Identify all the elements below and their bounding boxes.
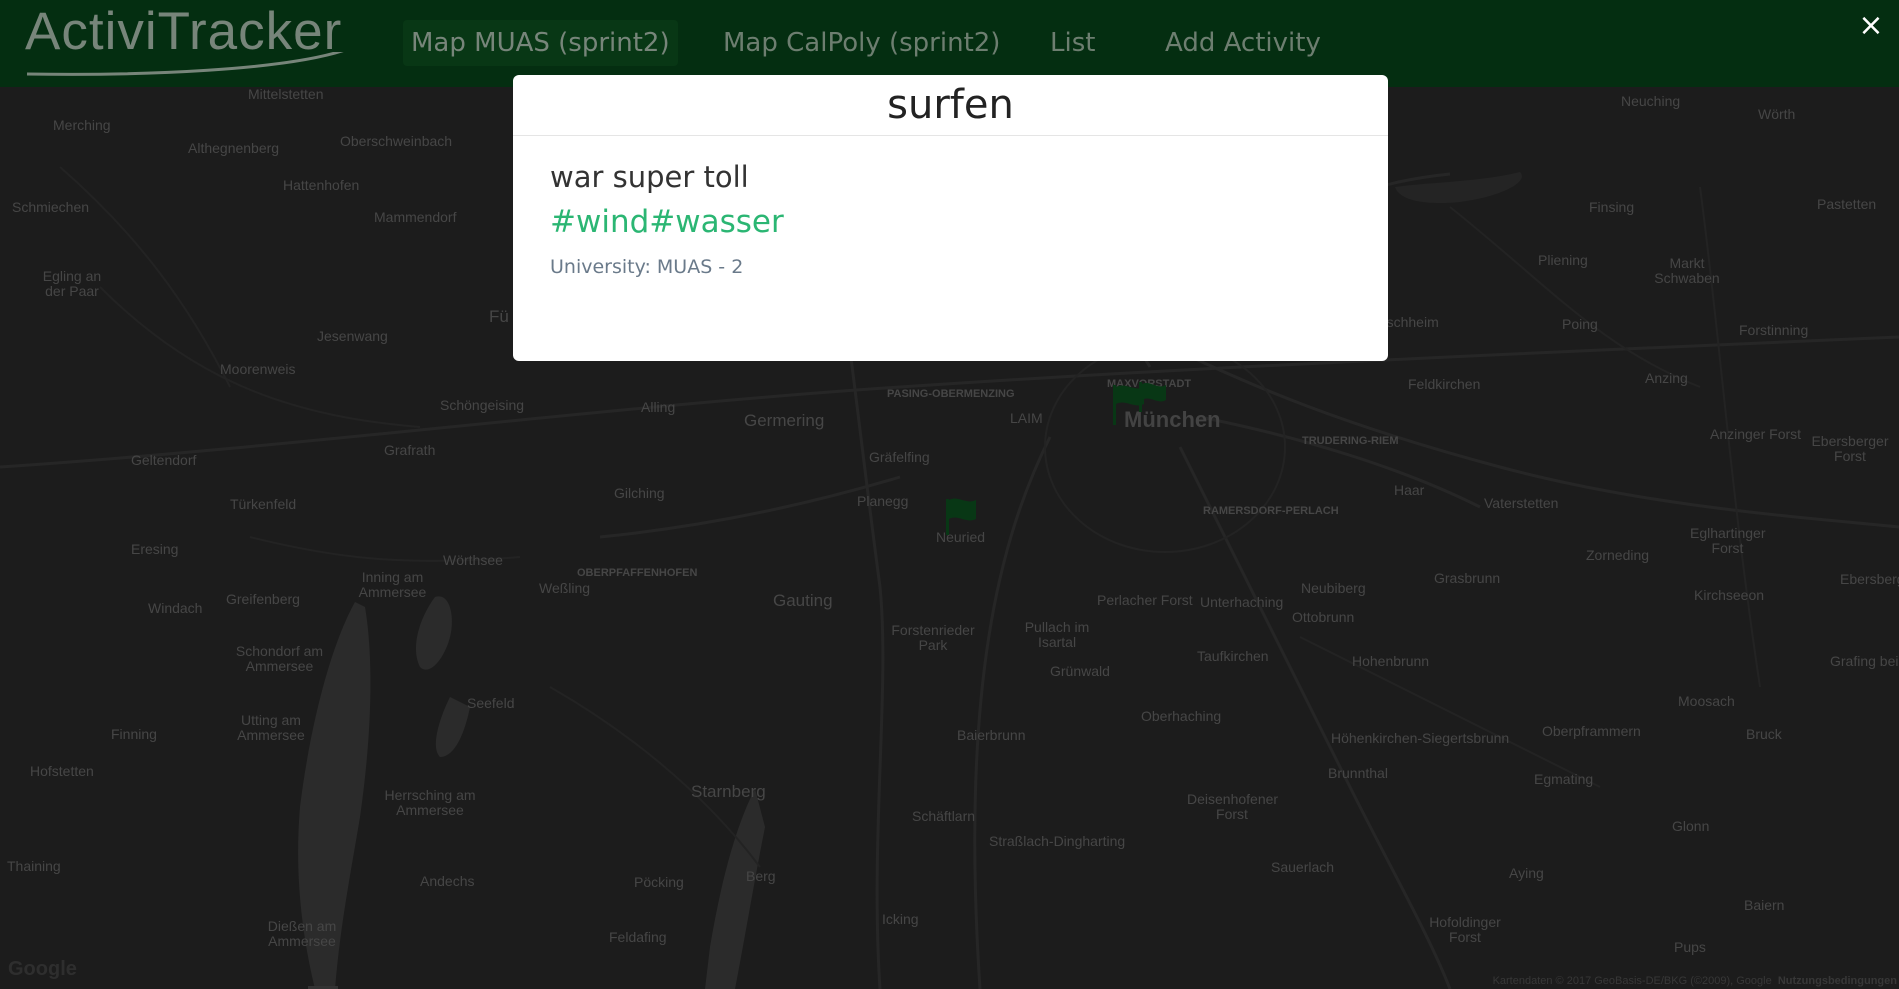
activity-tags[interactable]: #wind#wasser <box>550 204 1351 240</box>
modal-body: war super toll #wind#wasser University: … <box>513 136 1388 298</box>
modal-title: surfen <box>887 82 1014 128</box>
activity-detail-modal: surfen war super toll #wind#wasser Unive… <box>513 75 1388 361</box>
modal-header: surfen <box>513 75 1388 136</box>
activity-description: war super toll <box>550 160 749 194</box>
activity-university: University: MUAS - 2 <box>550 256 744 278</box>
close-icon[interactable]: × <box>1855 10 1887 42</box>
